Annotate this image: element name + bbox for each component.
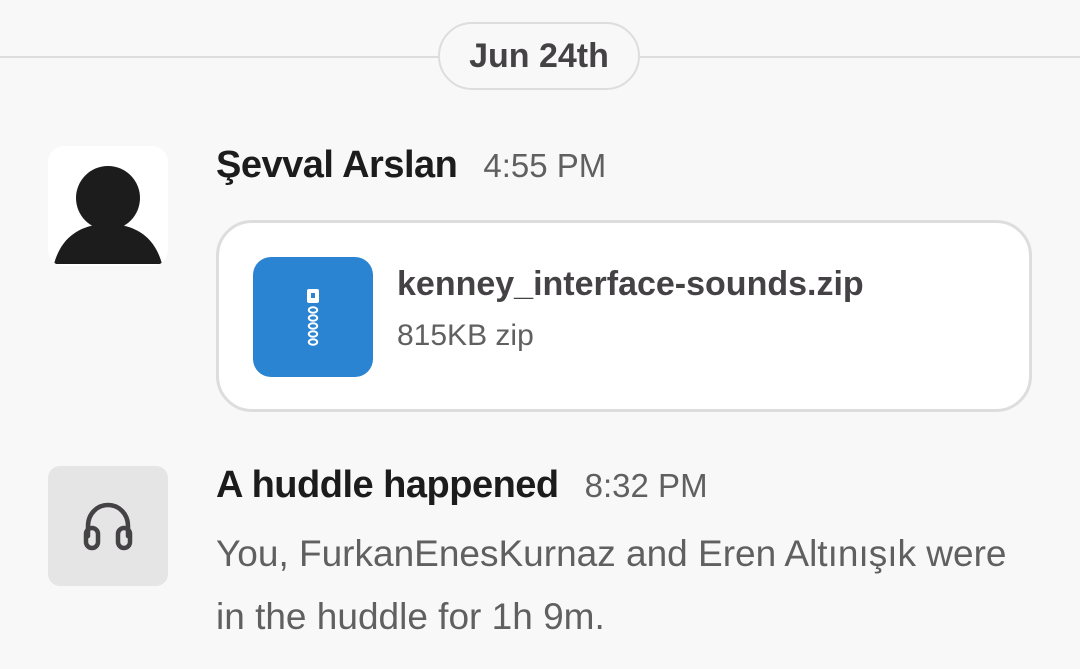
default-user-avatar-icon [54, 166, 162, 264]
message-header: A huddle happened 8:32 PM [216, 464, 708, 507]
sender-avatar[interactable] [48, 146, 168, 266]
message-timestamp[interactable]: 8:32 PM [585, 467, 708, 505]
date-divider-pill[interactable]: Jun 24th [438, 22, 640, 90]
huddle-title: A huddle happened [216, 464, 559, 506]
sender-name[interactable]: Şevval Arslan [216, 144, 458, 187]
file-meta: 815KB zip [397, 319, 534, 352]
message-timestamp[interactable]: 4:55 PM [483, 147, 606, 185]
headphones-icon [83, 502, 133, 551]
huddle-avatar [48, 466, 168, 586]
zip-file-icon [253, 257, 373, 377]
file-name[interactable]: kenney_interface-sounds.zip [397, 265, 864, 304]
message-body: You, FurkanEnesKurnaz and Eren Altınışık… [216, 533, 1007, 637]
file-attachment-card[interactable]: kenney_interface-sounds.zip 815KB zip [216, 220, 1032, 412]
message-header: Şevval Arslan 4:55 PM [216, 144, 606, 187]
